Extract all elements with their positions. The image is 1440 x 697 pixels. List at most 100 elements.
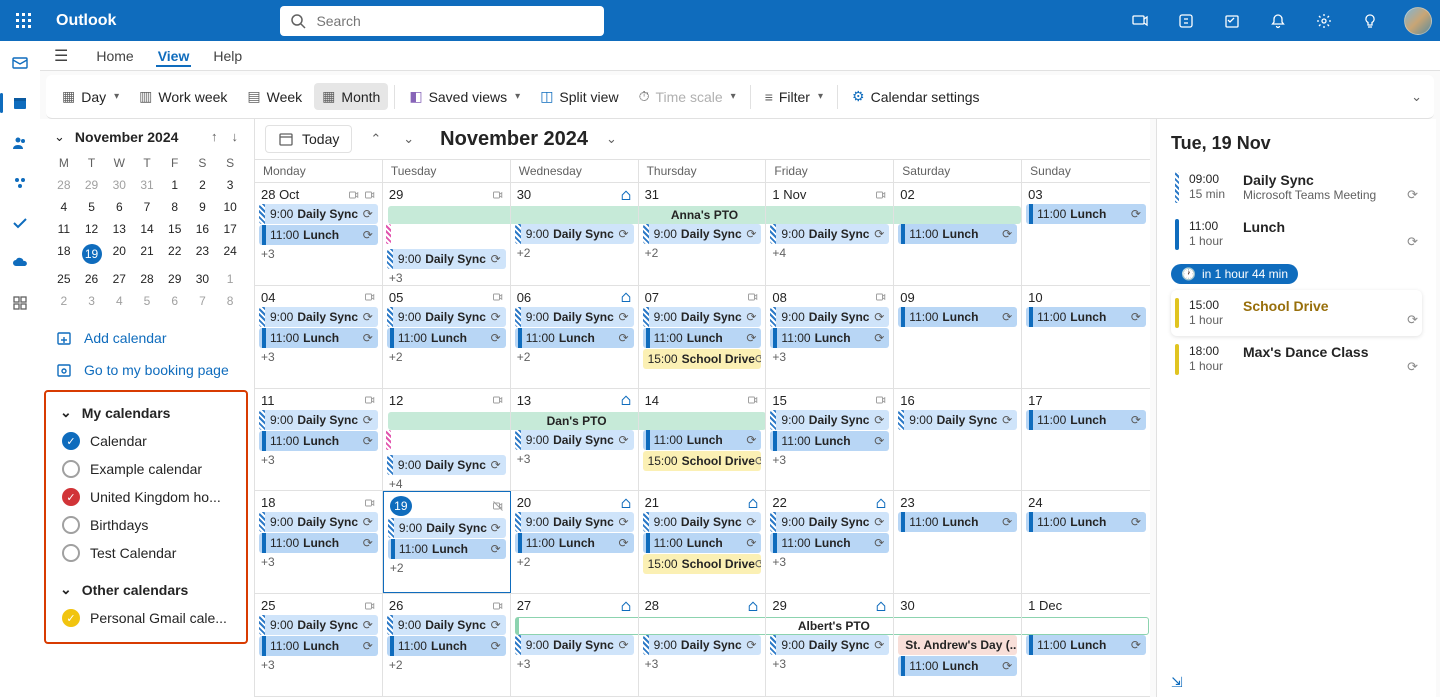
rail-groups-icon[interactable] — [4, 167, 36, 199]
day-cell[interactable]: 059:00Daily Sync⟳11:00Lunch⟳+2 — [383, 286, 511, 388]
calendar-event[interactable]: 11:00Lunch⟳ — [770, 328, 889, 348]
mini-day[interactable]: 4 — [50, 196, 78, 218]
calendar-event[interactable]: 9:00Daily Sync⟳ — [259, 512, 378, 532]
mini-day[interactable]: 24 — [216, 240, 244, 268]
day-cell[interactable]: 119:00Daily Sync⟳11:00Lunch⟳+3 — [255, 389, 383, 491]
mini-day[interactable]: 2 — [50, 290, 78, 312]
calendar-event[interactable]: 9:00Daily Sync⟳ — [770, 512, 889, 532]
day-cell[interactable]: 0911:00Lunch⟳ — [894, 286, 1022, 388]
more-events[interactable]: +3 — [768, 349, 891, 365]
calendar-toggle[interactable] — [62, 609, 80, 627]
calendar-event[interactable]: 11:00Lunch⟳ — [259, 431, 378, 451]
day-cell[interactable]: 199:00Daily Sync⟳11:00Lunch⟳+2 — [383, 491, 511, 593]
calendar-event[interactable]: 9:00Daily Sync⟳ — [515, 512, 634, 532]
day-view-button[interactable]: ▦Day▾ — [54, 83, 127, 110]
mini-day[interactable]: 25 — [50, 268, 78, 290]
calendar-event[interactable]: 11:00Lunch⟳ — [898, 656, 1017, 676]
mini-day[interactable]: 7 — [189, 290, 217, 312]
day-cell[interactable]: 319:00Daily Sync⟳+2 — [639, 183, 767, 285]
rail-calendar-icon[interactable] — [4, 87, 36, 119]
tips-icon[interactable] — [1354, 5, 1386, 37]
mini-day[interactable]: 15 — [161, 218, 189, 240]
calendar-event[interactable]: St. Andrew's Day (...⟳ — [898, 635, 1017, 655]
day-cell[interactable]: 169:00Daily Sync⟳ — [894, 389, 1022, 491]
day-cell[interactable]: 28 Oct9:00Daily Sync⟳11:00Lunch⟳+3 — [255, 183, 383, 285]
more-events[interactable]: +3 — [257, 554, 380, 570]
calendar-event[interactable] — [385, 223, 392, 248]
day-cell[interactable]: 209:00Daily Sync⟳11:00Lunch⟳+2 — [511, 491, 639, 593]
title-dropdown-icon[interactable]: ⌄ — [602, 131, 621, 147]
mini-day[interactable]: 11 — [50, 218, 78, 240]
more-events[interactable]: +3 — [768, 656, 891, 672]
more-events[interactable]: +2 — [385, 349, 508, 365]
mini-calendar[interactable]: MTWTFSS282930311234567891011121314151617… — [40, 152, 254, 312]
mini-day[interactable]: 2 — [189, 174, 217, 196]
mini-day[interactable]: 8 — [216, 290, 244, 312]
more-events[interactable]: +2 — [386, 560, 508, 576]
add-calendar-link[interactable]: Add calendar — [40, 322, 254, 354]
calendar-event[interactable]: 11:00Lunch⟳ — [643, 533, 762, 553]
chevron-down-icon[interactable]: ⌄ — [54, 129, 65, 145]
mini-day[interactable]: 6 — [161, 290, 189, 312]
calendar-toggle[interactable] — [62, 488, 80, 506]
calendar-event[interactable]: 9:00Daily Sync⟳ — [387, 249, 506, 269]
calendar-event[interactable]: 11:00Lunch⟳ — [898, 307, 1017, 327]
teams-chat-icon[interactable] — [1124, 5, 1156, 37]
calendar-list-item[interactable]: Personal Gmail cale... — [50, 604, 242, 632]
calendar-event[interactable]: 9:00Daily Sync⟳ — [387, 455, 506, 475]
day-cell[interactable]: 229:00Daily Sync⟳11:00Lunch⟳+3 — [766, 491, 894, 593]
day-cell[interactable]: 159:00Daily Sync⟳11:00Lunch⟳+3 — [766, 389, 894, 491]
day-cell[interactable]: 189:00Daily Sync⟳11:00Lunch⟳+3 — [255, 491, 383, 593]
saved-views-button[interactable]: ◧Saved views▾ — [401, 83, 528, 110]
day-cell[interactable]: 299:00Daily Sync⟳+3 — [766, 594, 894, 696]
calendar-event[interactable]: 9:00Daily Sync⟳ — [388, 518, 506, 538]
rail-more-apps-icon[interactable] — [4, 287, 36, 319]
day-cell[interactable]: 129:00Daily Sync⟳+4 — [383, 389, 511, 491]
week-view-button[interactable]: ▤Week — [239, 83, 310, 110]
calendar-list-item[interactable]: Calendar — [50, 427, 242, 455]
more-events[interactable]: +3 — [257, 452, 380, 468]
tab-home[interactable]: Home — [94, 45, 135, 67]
more-events[interactable]: +2 — [513, 349, 636, 365]
mini-day[interactable]: 5 — [133, 290, 161, 312]
split-view-button[interactable]: ◫Split view — [532, 83, 626, 110]
mini-day[interactable]: 8 — [161, 196, 189, 218]
search-input[interactable] — [314, 12, 594, 30]
mini-day[interactable]: 1 — [161, 174, 189, 196]
calendar-event[interactable]: 9:00Daily Sync⟳ — [515, 430, 634, 450]
next-month-icon[interactable]: ↓ — [230, 127, 241, 146]
calendar-list-item[interactable]: United Kingdom ho... — [50, 483, 242, 511]
agenda-item[interactable]: 11:001 hourLunch⟳ — [1171, 211, 1422, 258]
mini-day[interactable]: 31 — [133, 174, 161, 196]
calendar-event[interactable]: 9:00Daily Sync⟳ — [643, 635, 762, 655]
calendar-event[interactable]: 11:00Lunch⟳ — [770, 431, 889, 451]
calendar-settings-button[interactable]: ⚙Calendar settings — [844, 83, 988, 110]
more-events[interactable]: +3 — [513, 656, 636, 672]
day-cell[interactable]: 1 Nov9:00Daily Sync⟳+4 — [766, 183, 894, 285]
calendar-event[interactable]: 11:00Lunch⟳ — [898, 512, 1017, 532]
more-events[interactable]: +3 — [513, 451, 636, 467]
calendar-event[interactable]: 9:00Daily Sync⟳ — [387, 615, 506, 635]
mini-day[interactable]: 3 — [216, 174, 244, 196]
day-cell[interactable]: 2411:00Lunch⟳ — [1022, 491, 1150, 593]
calendar-event[interactable]: 9:00Daily Sync⟳ — [259, 204, 378, 224]
mini-day[interactable]: 16 — [189, 218, 217, 240]
day-cell[interactable]: 309:00Daily Sync⟳+2 — [511, 183, 639, 285]
day-cell[interactable]: 2311:00Lunch⟳ — [894, 491, 1022, 593]
month-view-button[interactable]: ▦Month — [314, 83, 388, 110]
day-cell[interactable]: 279:00Daily Sync⟳+3 — [511, 594, 639, 696]
calendar-event[interactable]: 9:00Daily Sync⟳ — [259, 615, 378, 635]
mini-day[interactable]: 22 — [161, 240, 189, 268]
waffle-icon[interactable] — [8, 5, 40, 37]
notifications-icon[interactable] — [1262, 5, 1294, 37]
more-events[interactable]: +3 — [385, 270, 508, 285]
calendar-event[interactable]: 9:00Daily Sync⟳ — [643, 224, 762, 244]
booking-page-link[interactable]: Go to my booking page — [40, 354, 254, 386]
calendar-event[interactable]: 11:00Lunch⟳ — [1026, 512, 1146, 532]
agenda-item[interactable]: 18:001 hourMax's Dance Class⟳ — [1171, 336, 1422, 383]
more-events[interactable]: +4 — [385, 476, 508, 491]
day-cell[interactable]: 1 Dec11:00Lunch⟳ — [1022, 594, 1150, 696]
day-cell[interactable]: 219:00Daily Sync⟳11:00Lunch⟳15:00School … — [639, 491, 767, 593]
more-events[interactable]: +3 — [768, 554, 891, 570]
calendar-event[interactable]: 11:00Lunch⟳ — [1026, 635, 1146, 655]
